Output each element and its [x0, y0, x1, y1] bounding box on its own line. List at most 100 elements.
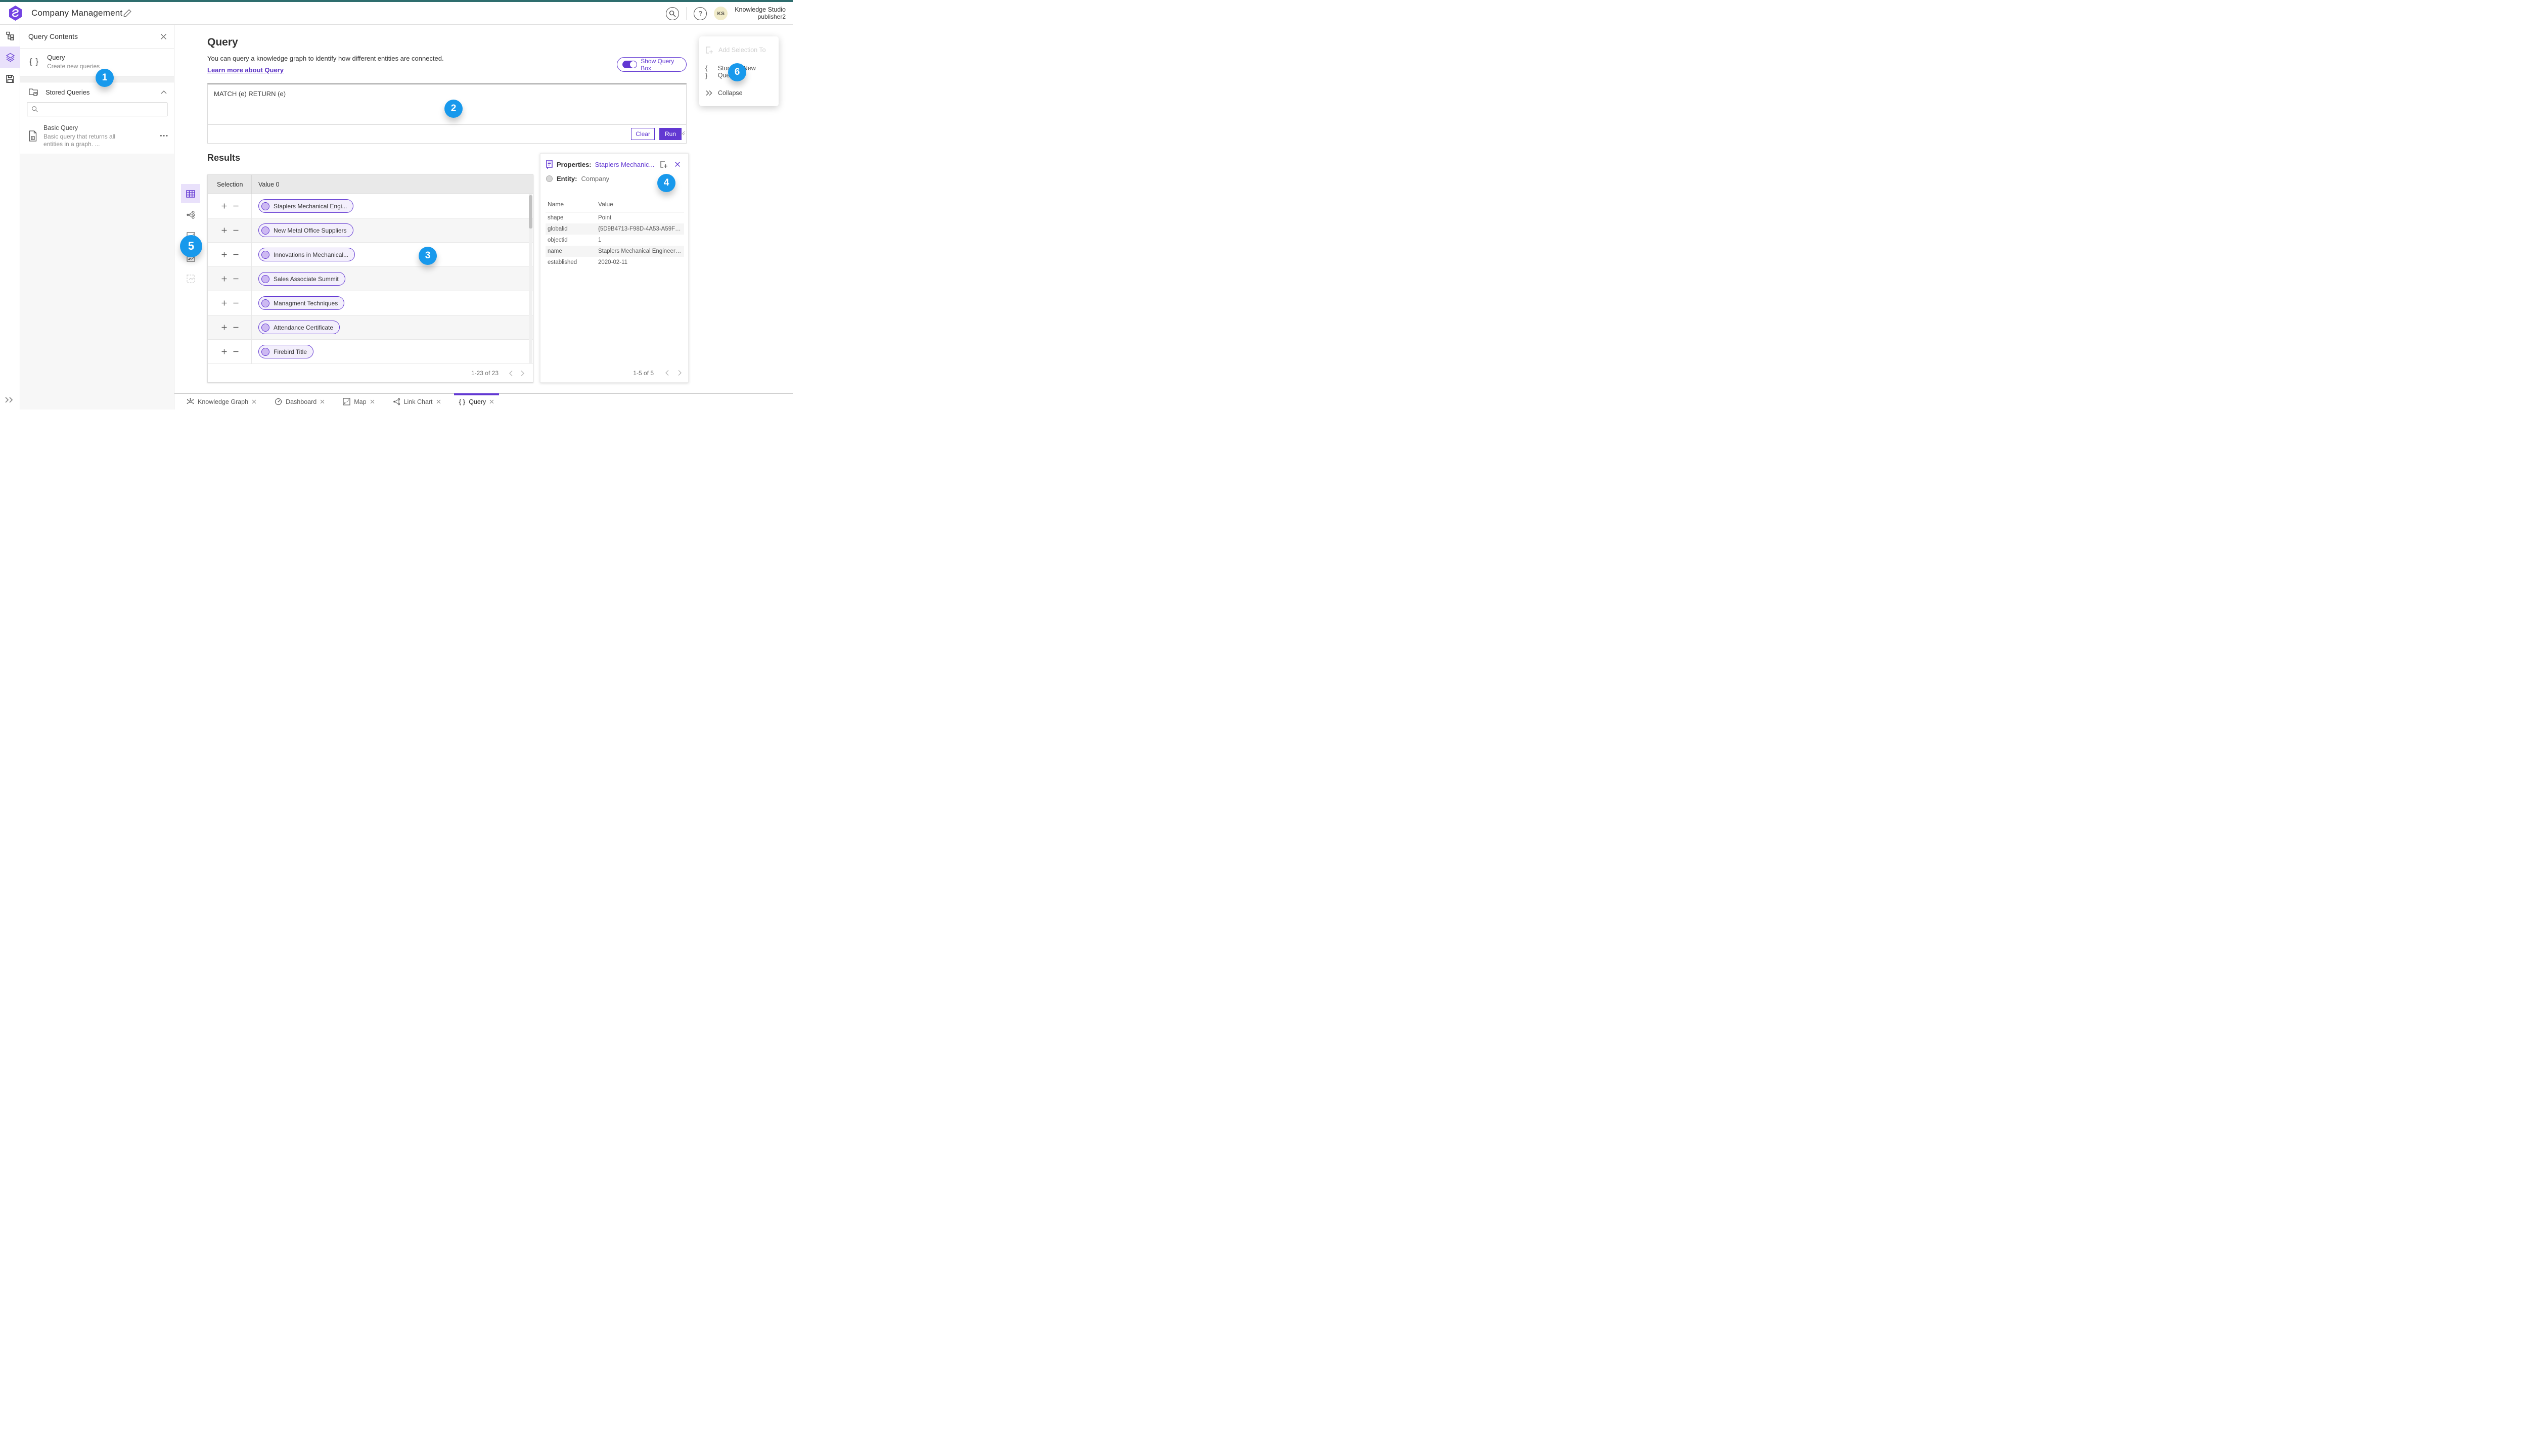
tab-query[interactable]: { } Query: [454, 393, 500, 410]
properties-next-page-button[interactable]: [676, 369, 683, 377]
query-item-subtitle: Create new queries: [47, 63, 100, 70]
add-to-selection-button[interactable]: [221, 251, 228, 258]
remove-from-selection-button[interactable]: [233, 348, 239, 355]
app-logo-icon[interactable]: [9, 6, 22, 21]
toggle-switch: [622, 61, 638, 68]
property-row[interactable]: shape Point: [546, 212, 684, 223]
remove-from-selection-button[interactable]: [233, 251, 239, 258]
property-row[interactable]: globalid {5D9B4713-F98D-4A53-A59F-C1...: [546, 223, 684, 235]
menu-item-add-selection-to[interactable]: Add Selection To: [699, 41, 779, 59]
properties-entity-link[interactable]: Staplers Mechanic...: [595, 161, 655, 168]
table-scrollbar[interactable]: [529, 194, 532, 364]
table-view-button[interactable]: [181, 184, 200, 203]
remove-from-selection-button[interactable]: [233, 324, 239, 331]
chevron-left-icon: [665, 370, 669, 376]
user-role: publisher2: [757, 13, 786, 20]
help-icon: ?: [698, 10, 702, 17]
close-panel-icon[interactable]: [160, 33, 167, 40]
show-query-box-toggle[interactable]: Show Query Box: [617, 57, 687, 72]
close-tab-icon[interactable]: [370, 399, 375, 404]
page-title: Company Management: [31, 8, 123, 18]
avatar[interactable]: KS: [714, 7, 728, 20]
search-icon: [669, 10, 676, 17]
entity-pill[interactable]: New Metal Office Suppliers: [258, 223, 353, 237]
properties-icon: [546, 160, 553, 169]
menu-item-collapse[interactable]: Collapse: [699, 84, 779, 102]
expand-rail-button[interactable]: [4, 396, 15, 404]
toggle-label: Show Query Box: [641, 57, 674, 72]
close-properties-button[interactable]: [673, 161, 682, 167]
entity-dot-icon: [261, 347, 269, 356]
query-description: You can query a knowledge graph to ident…: [207, 55, 444, 62]
tab-map[interactable]: Map: [338, 394, 379, 410]
selection-tool-button[interactable]: [181, 269, 200, 288]
add-to-new-window-button[interactable]: [658, 160, 669, 168]
tab-knowledge-graph[interactable]: Knowledge Graph: [182, 394, 261, 410]
table-scrollbar-thumb[interactable]: [529, 195, 532, 229]
close-tab-icon[interactable]: [436, 399, 441, 404]
save-rail-button[interactable]: [0, 68, 20, 89]
search-button[interactable]: [666, 7, 680, 20]
table-icon: [186, 190, 195, 198]
entity-dot-icon: [261, 250, 269, 259]
tab-dashboard[interactable]: Dashboard: [269, 394, 330, 410]
stored-queries-search-input[interactable]: [27, 103, 167, 116]
stored-query-options-icon[interactable]: •••: [160, 133, 169, 139]
stored-queries-header[interactable]: Stored Queries: [20, 82, 174, 101]
clear-button[interactable]: Clear: [631, 128, 655, 140]
properties-prev-page-button[interactable]: [664, 369, 670, 377]
entity-pill[interactable]: Managment Techniques: [258, 296, 345, 310]
dashboard-icon: [275, 398, 282, 405]
results-table-header: Selection Value 0: [208, 175, 533, 194]
run-button[interactable]: Run: [659, 128, 682, 140]
close-tab-icon[interactable]: [489, 399, 494, 404]
user-menu[interactable]: Knowledge Studio publisher2: [735, 6, 789, 20]
close-tab-icon[interactable]: [320, 399, 325, 404]
prop-col-name: Name: [546, 198, 596, 212]
close-tab-icon[interactable]: [252, 399, 256, 404]
edit-title-icon[interactable]: [123, 9, 132, 18]
property-row[interactable]: objectid 1: [546, 235, 684, 246]
learn-more-link[interactable]: Learn more about Query: [207, 66, 284, 74]
table-row: Staplers Mechanical Engi...: [208, 194, 533, 218]
link-chart-view-button[interactable]: [181, 205, 200, 224]
add-to-selection-button[interactable]: [221, 324, 228, 331]
add-to-selection-button[interactable]: [221, 300, 228, 306]
properties-table: Name Value shape Point globalid {5D9B471…: [546, 198, 684, 268]
resize-handle-icon[interactable]: [681, 131, 685, 135]
entity-pill[interactable]: Attendance Certificate: [258, 321, 340, 334]
entity-pill[interactable]: Staplers Mechanical Engi...: [258, 199, 354, 213]
remove-from-selection-button[interactable]: [233, 203, 239, 209]
help-button[interactable]: ?: [694, 7, 707, 20]
entity-pill[interactable]: Innovations in Mechanical...: [258, 248, 355, 261]
property-row[interactable]: established 2020-02-11: [546, 257, 684, 268]
entity-dot-icon: [261, 202, 269, 210]
remove-from-selection-button[interactable]: [233, 227, 239, 234]
left-icon-rail: [0, 25, 20, 410]
add-to-selection-button[interactable]: [221, 227, 228, 234]
view-tab-bar: Knowledge Graph Dashboard Map Link Chart…: [174, 393, 793, 410]
contents-rail-button[interactable]: [0, 47, 20, 68]
property-row[interactable]: name Staplers Mechanical Engineering: [546, 245, 684, 257]
entity-pill[interactable]: Sales Associate Summit: [258, 272, 345, 286]
entity-pill[interactable]: Firebird Title: [258, 345, 314, 358]
add-to-selection-button[interactable]: [221, 348, 228, 355]
knowledge-graph-icon: [187, 398, 194, 404]
layers-icon: [6, 53, 15, 62]
results-pagination: 1-23 of 23: [208, 364, 533, 382]
results-table-body: Staplers Mechanical Engi... New Metal Of…: [208, 194, 533, 364]
results-prev-page-button[interactable]: [508, 369, 514, 378]
panel-header: Query Contents: [20, 25, 174, 49]
chevron-right-icon: [678, 370, 682, 376]
column-header-selection: Selection: [217, 180, 243, 188]
remove-from-selection-button[interactable]: [233, 300, 239, 306]
add-to-selection-button[interactable]: [221, 203, 228, 209]
results-next-page-button[interactable]: [519, 369, 526, 378]
data-model-rail-button[interactable]: [0, 25, 20, 47]
chevron-up-icon[interactable]: [161, 90, 167, 94]
results-title: Results: [207, 153, 241, 163]
tab-link-chart[interactable]: Link Chart: [388, 394, 446, 410]
add-to-selection-button[interactable]: [221, 276, 228, 282]
remove-from-selection-button[interactable]: [233, 276, 239, 282]
stored-query-list-item[interactable]: Basic Query Basic query that returns all…: [20, 120, 174, 155]
